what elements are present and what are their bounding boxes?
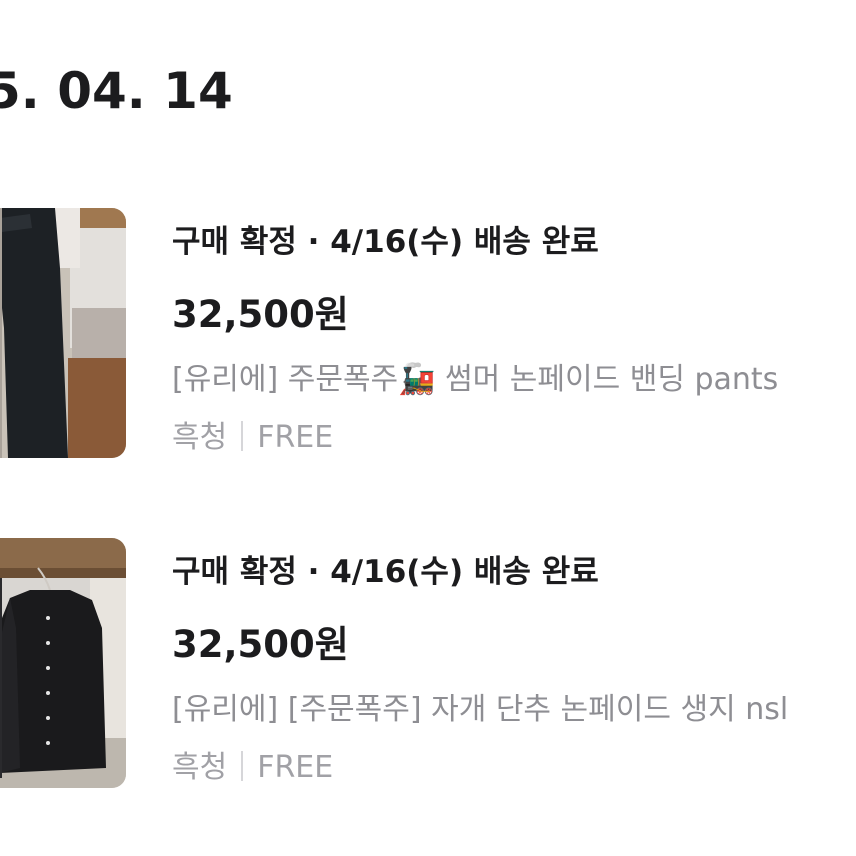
option-divider: [241, 751, 244, 781]
order-date: 5. 04. 14: [0, 62, 233, 120]
product-thumbnail[interactable]: [0, 208, 126, 458]
order-status: 구매 확정 · 4/16(수) 배송 완료: [172, 224, 599, 260]
black-blouse-photo-icon: [0, 538, 126, 788]
product-thumbnail[interactable]: [0, 538, 126, 788]
item-title-suffix: 썸머 논페이드 밴딩 pants: [435, 362, 779, 397]
color-option: 흑청: [172, 750, 228, 785]
item-title[interactable]: [유리에] [주문폭주] 자개 단추 논페이드 생지 nsl: [172, 684, 788, 728]
item-price: 32,500원: [172, 293, 349, 336]
item-title-prefix: [유리에] 주문폭주: [172, 362, 399, 397]
color-option: 흑청: [172, 420, 228, 455]
option-divider: [241, 421, 244, 451]
item-options: 흑청 FREE: [172, 742, 333, 786]
size-option: FREE: [257, 420, 334, 455]
item-title-prefix: [유리에] [주문폭주] 자개 단추 논페이드 생지 nsl: [172, 692, 789, 727]
order-status: 구매 확정 · 4/16(수) 배송 완료: [172, 554, 599, 590]
order-item[interactable]: 구매 확정 · 4/16(수) 배송 완료 32,500원 [유리에] [주문폭…: [0, 538, 856, 790]
order-item[interactable]: 구매 확정 · 4/16(수) 배송 완료 32,500원 [유리에] 주문폭주…: [0, 208, 856, 460]
black-pants-photo-icon: [0, 208, 126, 458]
order-history-page: 5. 04. 14 구매 확정 · 4/16(수) 배송 완료 32,500원 …: [0, 0, 856, 856]
size-option: FREE: [257, 750, 334, 785]
item-price: 32,500원: [172, 623, 349, 666]
item-options: 흑청 FREE: [172, 412, 333, 456]
item-title[interactable]: [유리에] 주문폭주🚂 썸머 논페이드 밴딩 pants: [172, 354, 778, 398]
train-icon: 🚂: [398, 362, 436, 397]
